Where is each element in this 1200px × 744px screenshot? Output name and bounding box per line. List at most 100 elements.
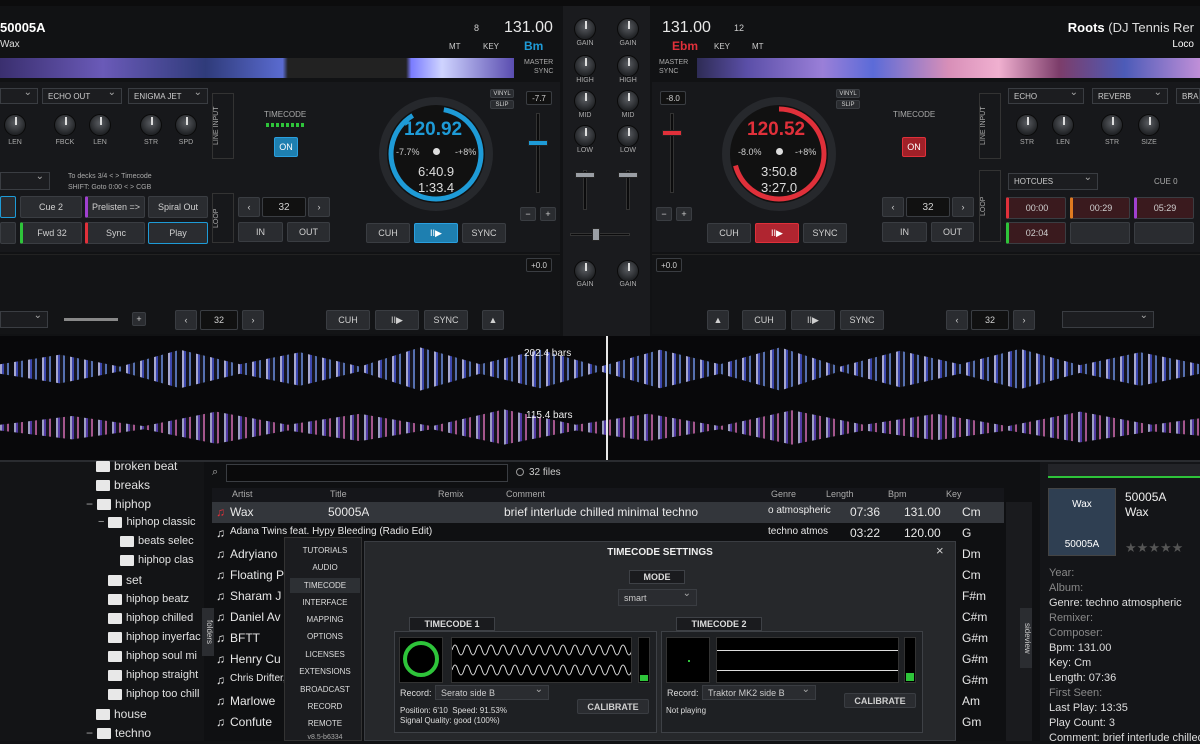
right-cue-1[interactable]: 00:00 [1006, 197, 1066, 219]
lower-right-loop-size[interactable]: 32 [971, 310, 1009, 330]
left-line-input-label[interactable]: LINE INPUT [212, 93, 234, 159]
left-pad-play[interactable]: Play [148, 222, 208, 244]
sideview-tabs[interactable] [1048, 464, 1200, 478]
folder-hiphop-classic[interactable]: − hiphop classic [98, 516, 196, 528]
lower-left-plus[interactable]: + [132, 312, 146, 326]
mixer-mid-left[interactable] [574, 90, 596, 112]
timecode1-calibrate-button[interactable]: CALIBRATE [577, 699, 649, 714]
folder-hiphop[interactable]: − hiphop [86, 497, 151, 511]
left-fx-knob-2[interactable] [54, 114, 76, 136]
right-fx2-select[interactable]: REVERB [1092, 87, 1168, 104]
timecode1-record-select[interactable]: Serato side B [435, 684, 549, 700]
search-icon[interactable]: ⌕ [212, 466, 218, 479]
right-play-button[interactable]: II▶ [755, 223, 799, 243]
right-loop-out[interactable]: OUT [931, 222, 974, 242]
col-remix[interactable]: Remix [438, 489, 464, 499]
lower-right-select[interactable] [1062, 310, 1154, 328]
right-loop-next[interactable]: › [952, 197, 974, 217]
right-cue-6[interactable] [1134, 222, 1194, 244]
menu-record[interactable]: RECORD [290, 702, 360, 711]
col-length[interactable]: Length [826, 489, 854, 499]
star-icon[interactable]: ★ [1148, 540, 1160, 555]
collapse-icon[interactable]: − [86, 497, 93, 511]
right-loop-prev[interactable]: ‹ [882, 197, 904, 217]
right-loop-size[interactable]: 32 [906, 197, 950, 217]
folder-hiphop-beatz[interactable]: hiphop beatz [108, 593, 189, 605]
left-pitch-minus[interactable]: − [520, 207, 536, 221]
mixer-crossfader-track[interactable] [570, 233, 630, 236]
left-loop-prev[interactable]: ‹ [238, 197, 260, 217]
right-timecode-on-button[interactable]: ON [902, 137, 926, 157]
right-vinyl-button[interactable]: VINYL [836, 89, 860, 98]
right-cue-2[interactable]: 00:29 [1070, 197, 1130, 219]
left-pad-1[interactable] [0, 222, 16, 244]
right-pitch-fader[interactable] [670, 113, 674, 193]
menu-remote[interactable]: REMOTE [290, 719, 360, 728]
right-cue-5[interactable] [1070, 222, 1130, 244]
left-key-label[interactable]: KEY [483, 42, 499, 51]
left-pad-sync[interactable]: Sync [85, 222, 145, 244]
lower-right-play[interactable]: II▶ [791, 310, 835, 330]
right-slip-button[interactable]: SLIP [836, 100, 860, 109]
left-cue-button[interactable]: CUH [366, 223, 410, 243]
lower-left-play[interactable]: II▶ [375, 310, 419, 330]
mixer-low-left[interactable] [574, 125, 596, 147]
lower-right-cue[interactable]: CUH [742, 310, 786, 330]
rating-stars[interactable]: ★★★★★ [1125, 540, 1183, 556]
lower-left-eject[interactable]: ▲ [482, 310, 504, 330]
right-pitch-minus[interactable]: − [656, 207, 672, 221]
mode-select[interactable]: smart [618, 588, 697, 606]
left-mt-button[interactable]: MT [449, 42, 461, 51]
right-sync-button[interactable]: SYNC [803, 223, 847, 243]
folder-breaks[interactable]: breaks [96, 478, 150, 492]
mixer-high-right[interactable] [617, 55, 639, 77]
left-pitch-fader-cap[interactable] [528, 140, 548, 146]
right-fx-knob-1[interactable] [1016, 114, 1038, 136]
lower-left-loop-next[interactable]: › [242, 310, 264, 330]
menu-interface[interactable]: INTERFACE [290, 598, 360, 607]
lower-left-loop-prev[interactable]: ‹ [175, 310, 197, 330]
sideview-tab[interactable]: sideview [1020, 608, 1032, 668]
menu-tutorials[interactable]: TUTORIALS [290, 546, 360, 555]
collapse-icon[interactable]: − [86, 726, 93, 740]
right-cue-button[interactable]: CUH [707, 223, 751, 243]
mixer-gain-right[interactable] [617, 18, 639, 40]
folder-techno[interactable]: − techno [86, 726, 151, 740]
left-fx3-select[interactable]: ENIGMA JET [128, 87, 208, 104]
right-fx-knob-3[interactable] [1101, 114, 1123, 136]
left-pad-0[interactable] [0, 196, 16, 218]
folder-hiphop-too-chill[interactable]: hiphop too chill [108, 688, 199, 700]
dialog-close-button[interactable]: × [936, 543, 944, 558]
search-input[interactable] [226, 464, 508, 482]
right-key-label[interactable]: KEY [714, 42, 730, 51]
lower-right-sync[interactable]: SYNC [840, 310, 884, 330]
lower-right-eject[interactable]: ▲ [707, 310, 729, 330]
left-fx-knob-3[interactable] [89, 114, 111, 136]
right-fx3-select[interactable]: BRA [1176, 87, 1200, 104]
star-icon[interactable]: ★ [1137, 540, 1149, 555]
menu-broadcast[interactable]: BROADCAST [290, 685, 360, 694]
mixer-volume-right-cap[interactable] [618, 172, 638, 178]
lower-left-volume-slider[interactable] [64, 318, 118, 321]
left-loop-next[interactable]: › [308, 197, 330, 217]
lower-left-cue[interactable]: CUH [326, 310, 370, 330]
menu-options[interactable]: OPTIONS [290, 632, 360, 641]
right-fx-knob-4[interactable] [1138, 114, 1160, 136]
folder-hiphop-straight[interactable]: hiphop straight [108, 669, 198, 681]
menu-mapping[interactable]: MAPPING [290, 615, 360, 624]
right-cue-4[interactable]: 02:04 [1006, 222, 1066, 244]
star-icon[interactable]: ★ [1172, 540, 1184, 555]
right-loop-in[interactable]: IN [882, 222, 927, 242]
col-artist[interactable]: Artist [232, 489, 253, 499]
mixer-low-right[interactable] [617, 125, 639, 147]
mixer-lower-gain-right[interactable] [617, 260, 639, 282]
left-fx-knob-5[interactable] [175, 114, 197, 136]
left-loop-out[interactable]: OUT [287, 222, 330, 242]
col-genre[interactable]: Genre [771, 489, 796, 499]
left-master-label[interactable]: MASTER [524, 59, 553, 66]
left-timecode-on-button[interactable]: ON [274, 137, 298, 157]
col-bpm[interactable]: Bpm [888, 489, 907, 499]
lower-right-loop-next[interactable]: › [1013, 310, 1035, 330]
mixer-crossfader-cap[interactable] [592, 228, 600, 241]
table-row[interactable]: ♫ Wax 50005A brief interlude chilled min… [212, 502, 1004, 523]
